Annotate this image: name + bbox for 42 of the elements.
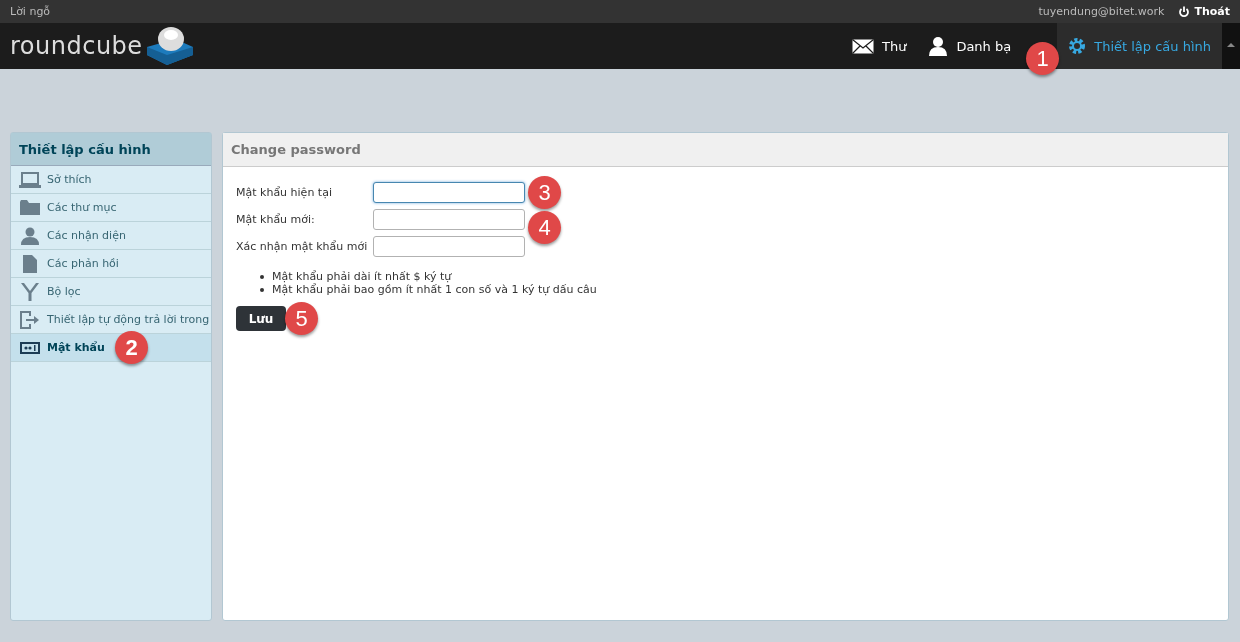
logo-text: roundcube <box>10 32 143 60</box>
password-input[interactable] <box>373 236 525 257</box>
password-field-icon <box>19 341 41 354</box>
rule-text: Mật khẩu phải dài ít nhất $ ký tự <box>272 270 452 283</box>
power-icon <box>1178 5 1191 18</box>
password-input[interactable] <box>373 182 525 203</box>
logout-button[interactable]: Thoát <box>1178 5 1230 18</box>
filter-icon <box>19 282 41 301</box>
sidebar-item[interactable]: Các thư mục <box>11 194 211 222</box>
nav-tab[interactable]: Danh bạ <box>917 23 1023 69</box>
panel-title: Change password <box>231 142 361 157</box>
user-email: tuyendung@bitet.work <box>1038 5 1165 18</box>
folder-icon <box>19 200 41 215</box>
callout-badge: 4 <box>528 211 561 244</box>
about-link[interactable]: Lời ngỗ <box>10 5 51 18</box>
callout-badge: 5 <box>285 302 318 335</box>
field-label: Mật khẩu mới: <box>236 213 316 226</box>
sidebar-item[interactable]: Sở thích <box>11 166 211 194</box>
sidebar-title: Thiết lập cấu hình <box>11 133 211 166</box>
nav-tab[interactable]: Thư <box>840 23 918 69</box>
bullet-icon <box>260 287 264 292</box>
bullet-icon <box>260 274 264 279</box>
field-label: Mật khẩu hiện tại <box>236 186 333 199</box>
cube-logo-icon <box>144 25 195 67</box>
callout-badge: 2 <box>115 331 148 364</box>
nav-tab[interactable]: Thiết lập cấu hình <box>1057 23 1222 69</box>
field-label: Xác nhận mật khẩu mới <box>236 240 369 253</box>
password-input[interactable] <box>373 209 525 230</box>
sidebar-item[interactable]: Bộ lọc <box>11 278 211 306</box>
exit-arrow-icon <box>19 310 41 329</box>
sidebar-item[interactable]: Các nhận diện <box>11 222 211 250</box>
gear-icon <box>1068 37 1087 55</box>
sidebar-item[interactable]: Mật khẩu 2 <box>11 334 211 362</box>
person-icon <box>928 36 949 56</box>
callout-badge: 3 <box>528 176 561 209</box>
callout-badge: 1 <box>1026 42 1060 75</box>
laptop-icon <box>19 171 41 188</box>
save-button[interactable]: Lưu <box>236 306 286 331</box>
person-icon <box>19 226 41 245</box>
rule-text: Mật khẩu phải bao gồm ít nhất 1 con số và 1 ký tự dấu câu <box>272 283 597 296</box>
envelope-icon <box>851 38 874 54</box>
sidebar-item[interactable]: Các phản hồi <box>11 250 211 278</box>
